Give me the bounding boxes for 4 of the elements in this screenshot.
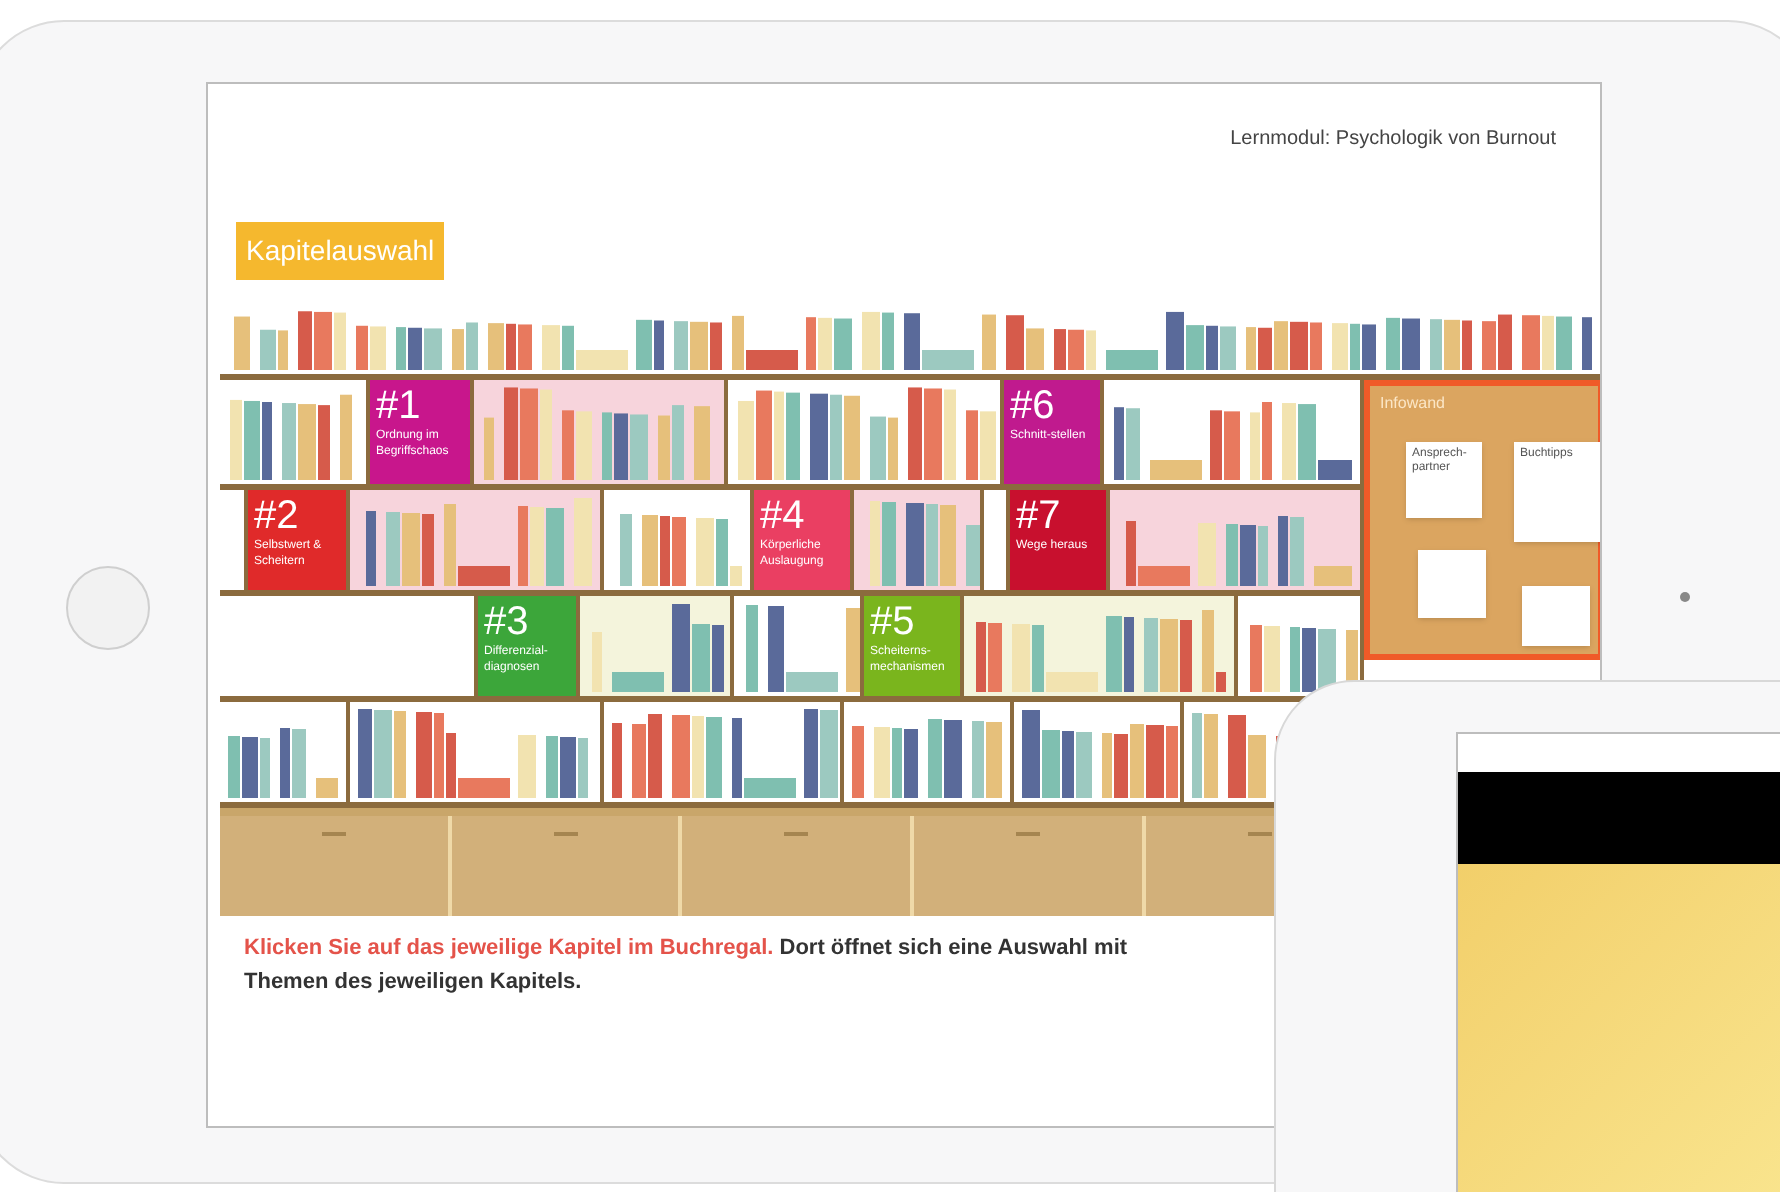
- infowand-title: Infowand: [1380, 392, 1445, 416]
- module-title: Lernmodul: Psychologik von Burnout: [1230, 126, 1556, 154]
- instruction-text: Klicken Sie auf das jeweilige Kapitel im Buchregal. Dort öffnet sich eine Auswahl mit Themen des jeweiligen Kapitels.: [244, 934, 1130, 998]
- section-title: Kapitelauswahl: [236, 222, 445, 280]
